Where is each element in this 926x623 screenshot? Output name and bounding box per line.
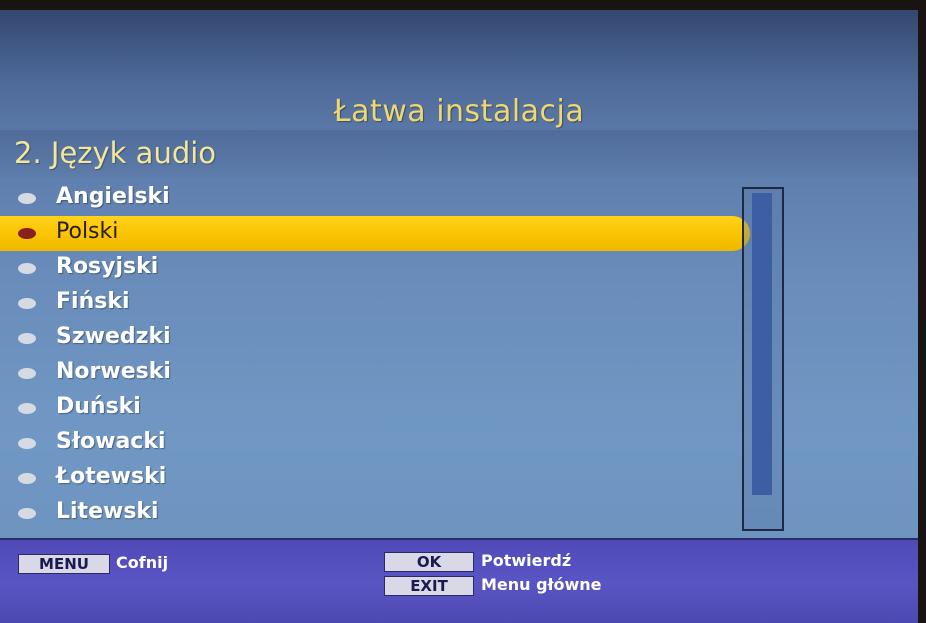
bullet-icon [18,263,36,274]
language-label: Norweski [56,359,171,384]
language-item[interactable]: Angielski [0,181,750,216]
bullet-icon [18,333,36,344]
bullet-icon [18,473,36,484]
ok-key-label: Potwierdź [481,551,572,570]
language-item[interactable]: Rosyjski [0,251,750,286]
language-label: Rosyjski [56,254,159,279]
exit-key-label: Menu główne [481,575,602,594]
language-label: Litewski [56,499,159,524]
language-item-selected[interactable]: Polski [0,216,750,251]
menu-key-label: Cofnij [116,553,169,572]
bullet-icon [18,438,36,449]
bullet-icon [18,508,36,519]
bullet-icon [18,228,36,239]
bullet-icon [18,403,36,414]
ok-key[interactable]: OK [384,552,474,572]
language-list: Angielski Polski Rosyjski Fiński Szwedzk… [0,181,760,531]
bullet-icon [18,368,36,379]
exit-key[interactable]: EXIT [384,576,474,596]
language-label: Duński [56,394,141,419]
tv-screen: Łatwa instalacja 2. Język audio Angielsk… [0,10,918,623]
language-label: Fiński [56,289,130,314]
language-label: Łotewski [56,464,167,489]
scrollbar[interactable] [742,187,784,531]
step-title: 2. Język audio [14,136,217,170]
language-item[interactable]: Szwedzki [0,321,750,356]
scrollbar-thumb[interactable] [752,193,772,495]
language-item[interactable]: Fiński [0,286,750,321]
bullet-icon [18,298,36,309]
language-item[interactable]: Litewski [0,496,750,531]
language-label: Szwedzki [56,324,171,349]
language-item[interactable]: Łotewski [0,461,750,496]
language-item[interactable]: Słowacki [0,426,750,461]
language-label: Polski [56,219,119,244]
footer-bar: MENU Cofnij OK Potwierdź EXIT Menu główn… [0,538,918,623]
language-label: Angielski [56,184,170,209]
language-label: Słowacki [56,429,166,454]
menu-key[interactable]: MENU [18,554,110,574]
bullet-icon [18,193,36,204]
page-title: Łatwa instalacja [333,94,585,129]
language-item[interactable]: Duński [0,391,750,426]
language-item[interactable]: Norweski [0,356,750,391]
